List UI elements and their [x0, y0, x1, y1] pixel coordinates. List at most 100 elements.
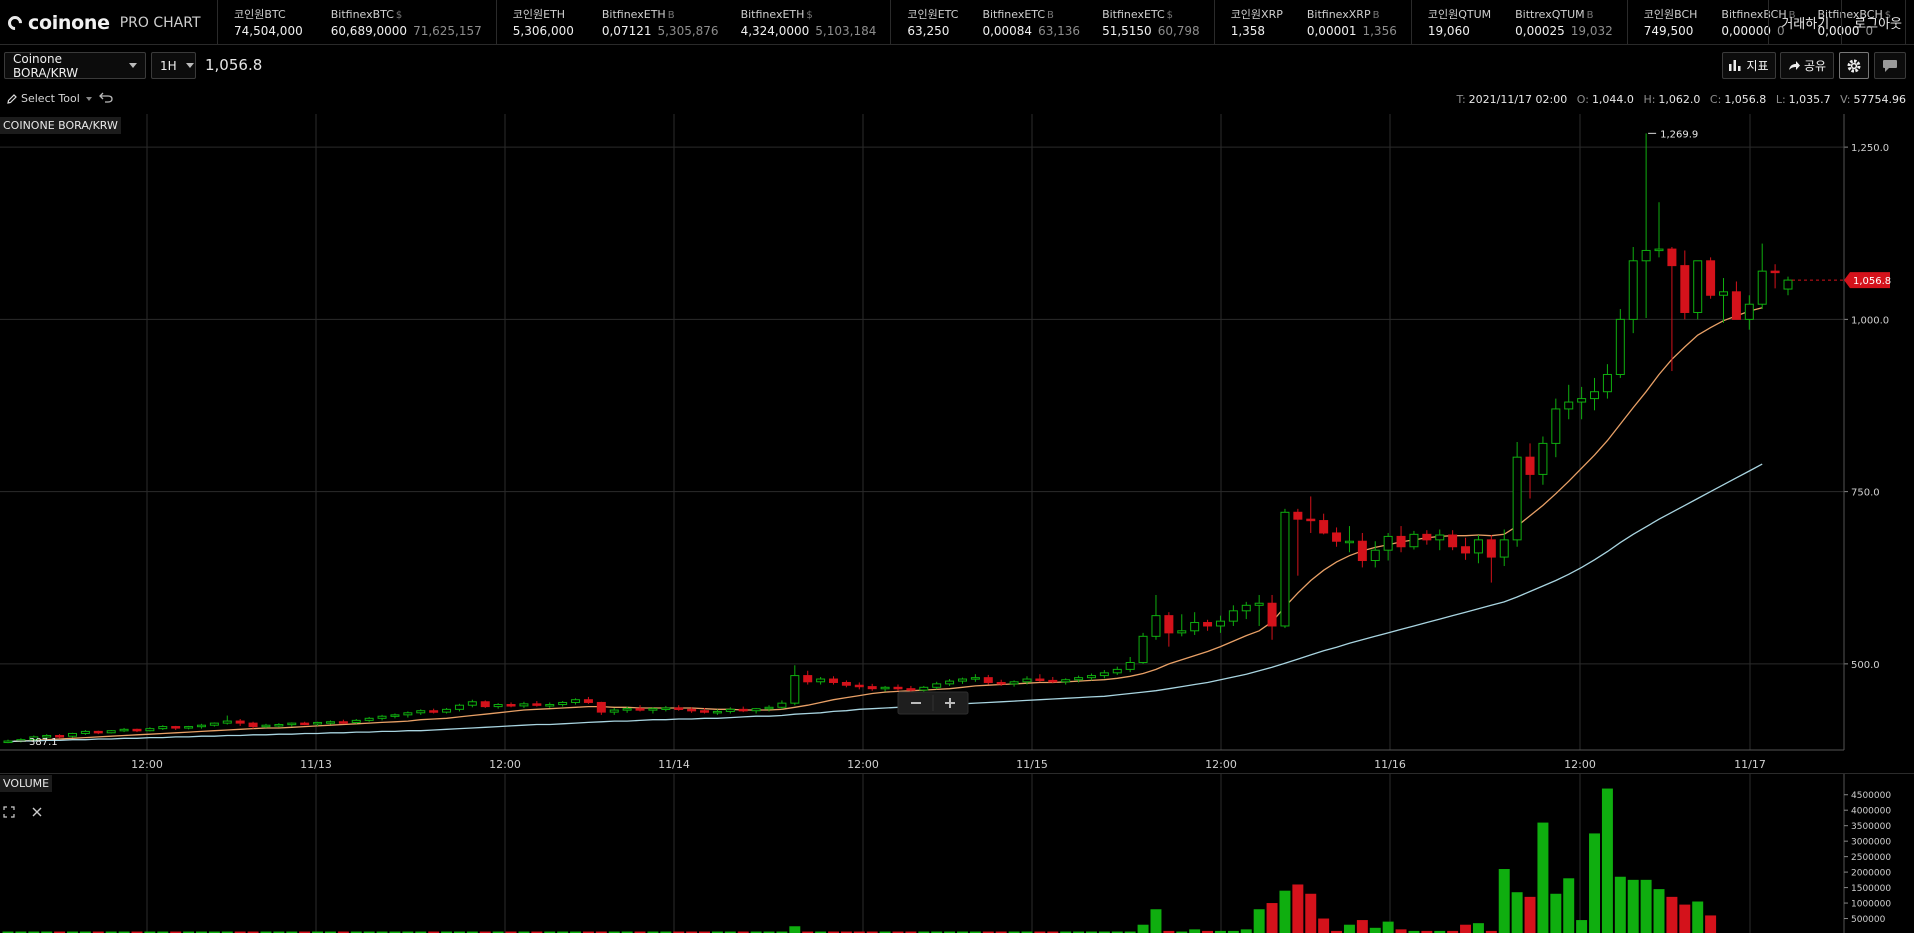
volume-chart[interactable]: 500000 1000000 1500000 2000000 2500000 300000…	[0, 774, 1914, 933]
price-chart[interactable]: 12:00 11/13 12:00 11/14 12:00 11/15 12:00 11/16…	[0, 114, 1914, 773]
volume-chart-pane[interactable]: 500000 1000000 1500000 2000000 2500000 300000…	[0, 773, 1914, 933]
candle-body	[1667, 248, 1677, 267]
ticker-item[interactable]: BittrexQTUM B 0,00025 19,032	[1503, 0, 1623, 45]
ticker-item[interactable]: 코인원QTUM 19,060	[1416, 0, 1503, 45]
low-key: L:	[1775, 93, 1786, 106]
candle-body	[1138, 635, 1148, 663]
candle-body	[1409, 533, 1419, 548]
candle-body	[932, 683, 942, 688]
pencil-icon	[7, 93, 17, 104]
volume-value: 57754.96	[1853, 93, 1907, 106]
candle-body	[725, 708, 735, 712]
candle-body	[1757, 270, 1767, 305]
x-axis-tick-label: 12:00	[1564, 758, 1596, 771]
candle-body	[1293, 511, 1303, 520]
ticker-converted-value: 1,356	[1362, 23, 1397, 38]
candle-body	[1074, 677, 1084, 681]
ticker-item[interactable]: 코인원ETH 5,306,000	[501, 0, 590, 45]
candle-body	[841, 681, 851, 686]
ticker-name: 코인원BTC	[234, 7, 286, 21]
expand-icon[interactable]	[3, 806, 15, 818]
ticker-item[interactable]: BitfinexETH $4,324,0000 5,103,184	[729, 0, 887, 45]
y-axis-tick-label: 3500000	[1851, 822, 1891, 832]
indicators-button[interactable]: 지표	[1722, 52, 1776, 79]
ticker-value: 5,306,000	[512, 23, 574, 38]
volume-bar	[1679, 904, 1691, 933]
ticker-value: 51,5150	[1102, 23, 1152, 38]
volume-bar	[1189, 929, 1201, 933]
volume-bar	[1537, 822, 1549, 933]
candle-body	[1241, 604, 1251, 612]
chart-toolbar: Coinone BORA/KRW 1H 1,056.8 지표 공유	[0, 46, 1914, 86]
ticker-group: 코인원ETC 63,250 BitfinexETC B 0,00084 63,136 Bit…	[891, 0, 1215, 45]
candle-body	[1435, 534, 1445, 541]
close-icon[interactable]	[31, 806, 43, 818]
ticker-item[interactable]: BitfinexXRP B 0,00001 1,356	[1295, 0, 1407, 45]
candle-body	[1602, 373, 1612, 393]
candle-body	[325, 721, 335, 724]
ticker-item[interactable]: BitfinexBTC $60,689,0000 71,625,157	[319, 0, 492, 45]
volume-bar	[1460, 924, 1472, 933]
volume-bar	[1395, 929, 1407, 933]
logout-button[interactable]: 로그아웃	[1841, 0, 1914, 45]
coinone-logo-icon	[5, 12, 25, 33]
share-button[interactable]: 공유	[1780, 52, 1834, 79]
ticker-group: 코인원QTUM 19,060 BittrexQTUM B 0,00025 19,032	[1412, 0, 1628, 45]
candle-body	[158, 726, 168, 730]
candle-body	[1461, 546, 1471, 554]
ticker-currency: B	[1047, 9, 1054, 21]
candle-body	[1396, 535, 1406, 548]
ticker-currency: $	[395, 9, 403, 21]
ticker-converted-value: 60,798	[1157, 23, 1200, 38]
candle-body	[274, 724, 284, 727]
ticker-currency: B	[1586, 9, 1594, 21]
candle-body	[1499, 539, 1509, 558]
market-select[interactable]: Coinone BORA/KRW	[4, 52, 146, 80]
ticker-value: 1,358	[1230, 23, 1266, 38]
volume-bar	[1369, 927, 1381, 933]
close-key: C:	[1709, 93, 1722, 106]
y-axis-tick-label: 500000	[1851, 915, 1886, 925]
high-value: 1,062.0	[1658, 93, 1701, 106]
undo-button[interactable]	[99, 91, 113, 107]
ticker-item[interactable]: 코인원BCH 749,500	[1632, 0, 1710, 45]
time-key: T:	[1456, 93, 1466, 106]
interval-select[interactable]: 1H	[151, 52, 196, 79]
ticker-item[interactable]: BitfinexETC B 0,00084 63,136	[970, 0, 1090, 45]
price-chart-pane[interactable]: 12:00 11/13 12:00 11/14 12:00 11/15 12:00 11/16…	[0, 114, 1914, 773]
candle-body	[648, 708, 658, 711]
interval-select-value: 1H	[160, 58, 177, 73]
brand-logo[interactable]: coinone PRO CHART	[0, 0, 218, 45]
select-tool-dropdown[interactable]: Select Tool	[7, 92, 92, 105]
ticker-item[interactable]: BitfinexETH B 0,07121 5,305,876	[590, 0, 729, 45]
ticker-name: BittrexQTUM	[1515, 7, 1585, 21]
ticker-converted-value: 71,625,157	[413, 23, 482, 38]
comment-button[interactable]	[1874, 52, 1906, 79]
y-axis-tick-label: 3000000	[1851, 838, 1891, 848]
candle-body	[1035, 678, 1045, 682]
ticker-item[interactable]: BitfinexETC $51,5150 60,798	[1090, 0, 1210, 45]
trade-button[interactable]: 거래하기	[1768, 0, 1841, 45]
candle-body	[1190, 622, 1200, 632]
candle-body	[1615, 318, 1625, 375]
candle-body	[196, 724, 206, 728]
y-axis-tick-label: 750.0	[1851, 488, 1880, 499]
candle-body	[67, 732, 77, 737]
candle-body	[1473, 539, 1483, 554]
candle-body	[1099, 672, 1109, 677]
candle-body	[1254, 602, 1264, 606]
y-axis-tick-label: 2000000	[1851, 869, 1891, 879]
candle-body	[416, 710, 426, 714]
volume-bar	[1589, 833, 1601, 933]
ticker-name: BitfinexETC	[1102, 7, 1165, 21]
candle-body	[996, 681, 1006, 685]
candle-body	[571, 699, 581, 703]
ticker-item[interactable]: 코인원BTC 74,504,000	[222, 0, 319, 45]
settings-button[interactable]	[1839, 52, 1869, 79]
ticker-item[interactable]: 코인원XRP 1,358	[1219, 0, 1295, 45]
x-axis-tick-label: 12:00	[1205, 758, 1237, 771]
candle-body	[1086, 675, 1096, 679]
ticker-name: 코인원ETC	[907, 7, 959, 21]
candle-body	[132, 728, 142, 732]
ticker-item[interactable]: 코인원ETC 63,250	[895, 0, 970, 45]
